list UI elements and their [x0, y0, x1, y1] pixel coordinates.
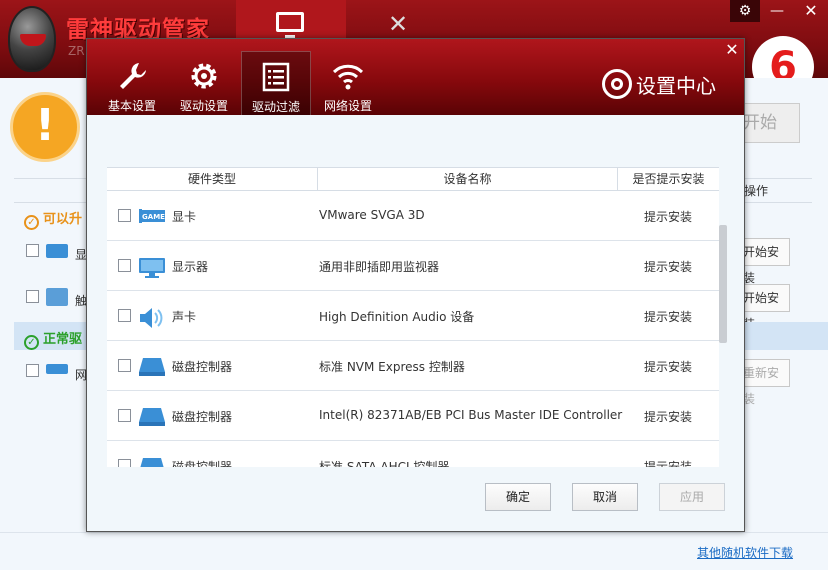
table-row: 磁盘控制器 标准 NVM Express 控制器 提示安装	[107, 341, 719, 391]
device-type: 声卡	[172, 310, 197, 324]
chevron-down-icon: ✓	[24, 335, 39, 350]
tab-basic-settings[interactable]: 基本设置	[97, 51, 167, 115]
section-normal[interactable]: ✓ 正常驱	[24, 328, 82, 350]
row-checkbox[interactable]	[26, 364, 39, 377]
gear-icon	[169, 59, 239, 93]
install-button[interactable]: 开始安装	[740, 238, 790, 285]
settings-dialog: ✕ 基本设置 驱动设置 驱动过滤 网络设置 设置中心 硬件类型 设备名称 是否提…	[86, 38, 745, 532]
row-checkbox[interactable]	[118, 359, 131, 372]
minimize-icon[interactable]: —	[762, 0, 792, 22]
apply-button[interactable]: 应用	[659, 483, 725, 511]
table-row: 显示器 通用非即插即用监视器 提示安装	[107, 241, 719, 291]
tab-driver-settings[interactable]: 驱动设置	[169, 51, 239, 115]
close-icon[interactable]: ✕	[796, 0, 826, 22]
install-prompt-toggle[interactable]: 提示安装	[644, 458, 692, 467]
network-card-icon	[46, 364, 68, 374]
speaker-icon	[138, 307, 166, 328]
install-prompt-toggle[interactable]: 提示安装	[644, 308, 692, 325]
row-checkbox[interactable]	[118, 459, 131, 467]
device-type: 显卡	[172, 210, 197, 224]
start-scan-button[interactable]: 开始	[738, 103, 800, 143]
row-checkbox[interactable]	[118, 259, 131, 272]
graphics-card-icon: GAME	[138, 207, 166, 225]
device-name: Intel(R) 82371AB/EB PCI Bus Master IDE C…	[319, 408, 623, 422]
device-name: 通用非即插即用监视器	[319, 260, 440, 274]
wrench-icon	[97, 59, 167, 93]
column-header-type: 硬件类型	[107, 168, 318, 190]
device-name: High Definition Audio 设备	[319, 310, 475, 324]
reinstall-button[interactable]: 重新安装	[740, 359, 790, 406]
column-header-name: 设备名称	[318, 168, 618, 190]
install-prompt-toggle[interactable]: 提示安装	[644, 358, 692, 375]
disk-controller-icon	[138, 457, 166, 467]
install-prompt-toggle[interactable]: 提示安装	[644, 408, 692, 425]
list-icon	[242, 60, 310, 94]
install-button[interactable]: 开始安装	[740, 284, 790, 331]
settings-center-gear-icon	[602, 69, 632, 99]
chevron-down-icon: ✓	[24, 215, 39, 230]
app-subtitle: ZR	[68, 44, 85, 58]
install-prompt-toggle[interactable]: 提示安装	[644, 208, 692, 225]
dialog-close-icon[interactable]: ✕	[723, 41, 741, 59]
row-checkbox[interactable]	[26, 244, 39, 257]
device-name: VMware SVGA 3D	[319, 208, 425, 222]
dialog-header: ✕ 基本设置 驱动设置 驱动过滤 网络设置 设置中心	[87, 39, 744, 115]
monitor-tab-icon[interactable]	[276, 12, 304, 38]
graphics-card-icon	[46, 244, 68, 258]
ok-button[interactable]: 确定	[485, 483, 551, 511]
settings-gear-icon[interactable]: ⚙	[730, 0, 760, 22]
scrollbar-thumb[interactable]	[719, 225, 727, 343]
other-software-link[interactable]: 其他随机软件下载	[697, 544, 793, 561]
disk-controller-icon	[138, 407, 166, 426]
column-header-prompt: 是否提示安装	[632, 172, 705, 186]
table-header: 硬件类型 设备名称 是否提示安装	[107, 167, 719, 191]
disk-controller-icon	[138, 357, 166, 376]
dialog-content: 硬件类型 设备名称 是否提示安装 GAME 显卡 VMware SVGA 3D …	[87, 115, 744, 531]
device-type: 磁盘控制器	[172, 360, 233, 374]
svg-text:GAME: GAME	[142, 213, 165, 221]
row-checkbox[interactable]	[118, 209, 131, 222]
device-name: 标准 NVM Express 控制器	[319, 360, 465, 374]
tab-driver-filter[interactable]: 驱动过滤	[241, 51, 311, 115]
tools-tab-icon[interactable]: ✕	[388, 12, 408, 36]
warning-icon: !	[10, 92, 80, 162]
table-row: 磁盘控制器 标准 SATA AHCI 控制器 提示安装	[107, 441, 719, 467]
table-row: 声卡 High Definition Audio 设备 提示安装	[107, 291, 719, 341]
install-prompt-toggle[interactable]: 提示安装	[644, 258, 692, 275]
table-row: GAME 显卡 VMware SVGA 3D 提示安装	[107, 191, 719, 241]
touch-device-icon	[46, 288, 68, 306]
device-type: 磁盘控制器	[172, 410, 233, 424]
device-type: 磁盘控制器	[172, 460, 233, 467]
tab-network-settings[interactable]: 网络设置	[313, 51, 383, 115]
row-checkbox[interactable]	[26, 290, 39, 303]
wifi-icon	[313, 59, 383, 93]
cancel-button[interactable]: 取消	[572, 483, 638, 511]
row-checkbox[interactable]	[118, 409, 131, 422]
table-body: GAME 显卡 VMware SVGA 3D 提示安装 显示器 通用非即插即用监…	[107, 191, 719, 467]
column-header-operation: 操作	[744, 184, 769, 198]
dialog-title: 设置中心	[602, 69, 716, 99]
device-name: 标准 SATA AHCI 控制器	[319, 460, 450, 467]
thunderobot-logo-icon	[8, 6, 56, 72]
table-row: 磁盘控制器 Intel(R) 82371AB/EB PCI Bus Master…	[107, 391, 719, 441]
device-type: 显示器	[172, 260, 209, 274]
section-upgradable[interactable]: ✓ 可以升	[24, 208, 82, 230]
driver-filter-table: 硬件类型 设备名称 是否提示安装 GAME 显卡 VMware SVGA 3D …	[107, 167, 719, 467]
monitor-icon	[138, 257, 166, 278]
row-checkbox[interactable]	[118, 309, 131, 322]
